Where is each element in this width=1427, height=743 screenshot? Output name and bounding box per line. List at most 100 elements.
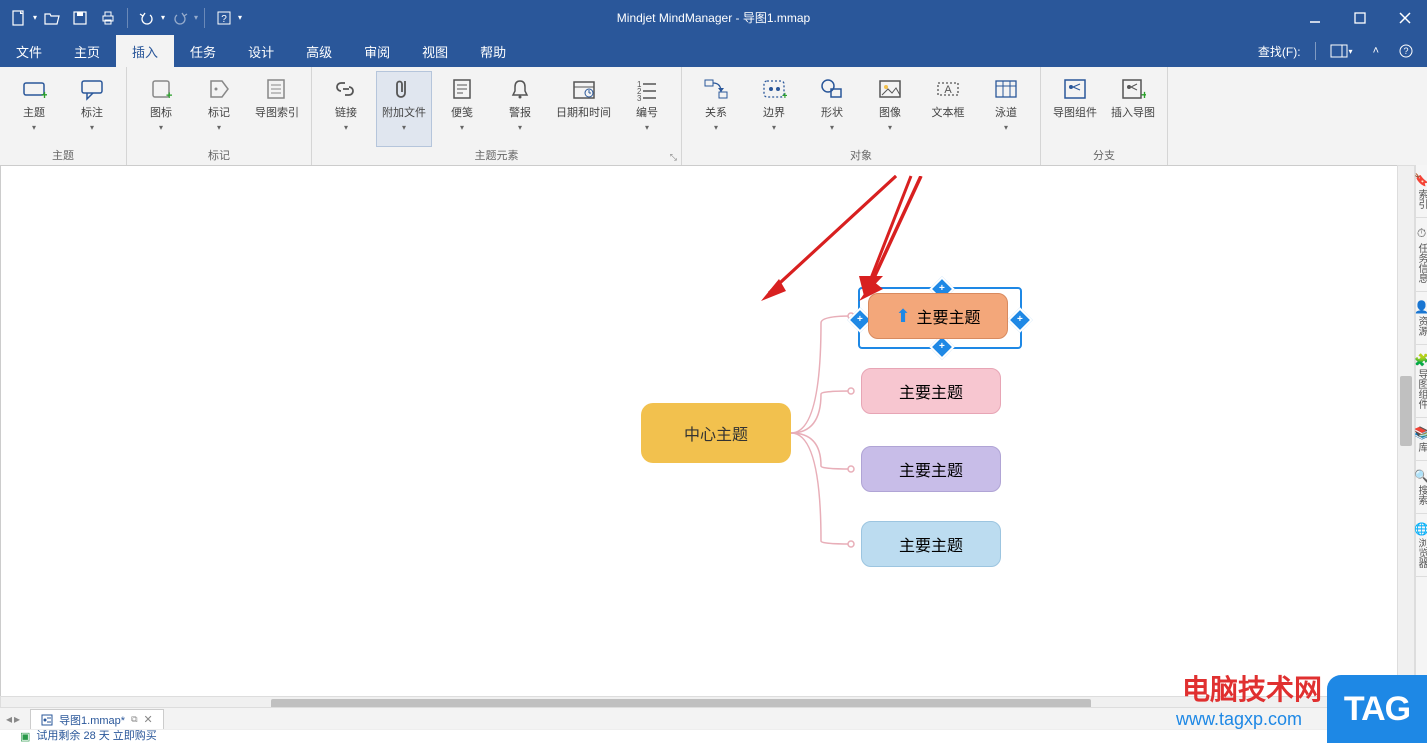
side-tab-2[interactable]: 👤资源 [1416, 292, 1427, 345]
image-button[interactable]: 图像▾ [862, 71, 918, 147]
find-label[interactable]: 查找(F): [1252, 35, 1307, 67]
doc-tab-icon [41, 714, 53, 726]
tab-home[interactable]: 主页 [58, 35, 116, 67]
side-tab-5[interactable]: 🔍搜索 [1416, 461, 1427, 514]
dialog-launcher-icon[interactable]: ⤡ [670, 152, 677, 163]
subtopic-node-3[interactable]: 主要主题 [861, 446, 1001, 492]
ribbon-button-label: 便笺▾ [451, 107, 473, 134]
tab-advanced[interactable]: 高级 [290, 35, 348, 67]
relation-button[interactable]: 关系▾ [688, 71, 744, 147]
chevron-down-icon: ▾ [161, 13, 165, 22]
topic-button[interactable]: +主题▾ [6, 71, 62, 147]
canvas[interactable]: 中心主题 ⬆ 主要主题 主要主题 主要主题 主要主题 [0, 165, 1399, 698]
tab-next-button[interactable]: ▸ [14, 712, 20, 726]
tab-design[interactable]: 设计 [232, 35, 290, 67]
tab-file[interactable]: 文件 [0, 35, 58, 67]
notes-button[interactable]: 便笺▾ [434, 71, 490, 147]
ribbon-group-0: +主题▾标注▾主题 [0, 67, 127, 165]
side-tab-3[interactable]: 🧩导图组件 [1416, 345, 1427, 418]
tab-review[interactable]: 审阅 [348, 35, 406, 67]
subtopic-label: 主要主题 [899, 379, 963, 403]
insertmap-icon: + [1119, 75, 1147, 103]
central-topic-node[interactable]: 中心主题 [641, 403, 791, 463]
ribbon-button-label: 附加文件▾ [382, 107, 426, 134]
redo-icon [167, 5, 193, 31]
status-text[interactable]: 试用剩余 28 天 立即购买 [36, 729, 156, 743]
numbering-button[interactable]: 123编号▾ [619, 71, 675, 147]
swimlane-button[interactable]: 泳道▾ [978, 71, 1034, 147]
new-icon [6, 5, 32, 31]
document-tab[interactable]: 导图1.mmap* ⧉ ✕ [30, 709, 164, 730]
side-tab-4[interactable]: 📚库 [1416, 418, 1427, 461]
help-button[interactable]: ? ▾ [211, 5, 242, 31]
chevron-down-icon: ▾ [772, 121, 776, 134]
attachment-button[interactable]: 附加文件▾ [376, 71, 432, 147]
chevron-down-icon: ▾ [645, 121, 649, 134]
save-button[interactable] [67, 5, 93, 31]
textbox-button[interactable]: A文本框 [920, 71, 976, 147]
callout-icon [78, 75, 106, 103]
help-corner-button[interactable]: ? [1393, 35, 1419, 67]
undo-button[interactable]: ▾ [134, 5, 165, 31]
attachment-icon [390, 75, 418, 103]
tab-insert[interactable]: 插入 [116, 35, 174, 67]
ribbon-button-label: 标记▾ [208, 107, 230, 134]
maximize-button[interactable] [1337, 0, 1382, 35]
tag-icon [205, 75, 233, 103]
scrollbar-thumb[interactable] [1400, 376, 1412, 446]
tab-view[interactable]: 视图 [406, 35, 464, 67]
close-button[interactable] [1382, 0, 1427, 35]
svg-text:3: 3 [637, 94, 642, 101]
subtopic-label: 主要主题 [899, 532, 963, 556]
tab-help[interactable]: 帮助 [464, 35, 522, 67]
subtopic-label: 主要主题 [899, 457, 963, 481]
vertical-scrollbar[interactable] [1397, 165, 1415, 698]
side-tab-icon: 🧩 [1414, 353, 1427, 367]
ribbon-group-2: 链接▾附加文件▾便笺▾警报▾日期和时间123编号▾主题元素⤡ [312, 67, 682, 165]
index-button[interactable]: 导图索引 [249, 71, 305, 147]
side-panel-tabs: 🔖索引⏱任务信息👤资源🧩导图组件📚库🔍搜索🌐浏览器 [1415, 165, 1427, 698]
ribbon-button-label: 链接▾ [335, 107, 357, 134]
shape-button[interactable]: 形状▾ [804, 71, 860, 147]
side-tab-label: 任务信息 [1414, 243, 1427, 283]
subtopic-node-2[interactable]: 主要主题 [861, 368, 1001, 414]
taskpane-toggle[interactable]: ▾ [1324, 35, 1359, 67]
open-button[interactable] [39, 5, 65, 31]
tag-button[interactable]: 标记▾ [191, 71, 247, 147]
svg-text:A: A [944, 84, 952, 96]
side-tab-1[interactable]: ⏱任务信息 [1416, 218, 1427, 292]
ribbon-collapse-button[interactable]: ˄ [1367, 35, 1385, 67]
callout-button[interactable]: 标注▾ [64, 71, 120, 147]
ribbon-button-label: 编号▾ [636, 107, 658, 134]
side-tab-label: 资源 [1414, 316, 1427, 336]
insertmap-button[interactable]: +插入导图 [1105, 71, 1161, 147]
boundary-button[interactable]: +边界▾ [746, 71, 802, 147]
undo-icon [134, 5, 160, 31]
marker-icon: + [147, 75, 175, 103]
print-button[interactable] [95, 5, 121, 31]
chevron-down-icon: ▾ [460, 121, 464, 134]
ribbon-group-label: 标记 [127, 147, 311, 165]
ribbon-button-label: 日期和时间 [556, 107, 611, 120]
subtopic-node-4[interactable]: 主要主题 [861, 521, 1001, 567]
redo-button[interactable]: ▾ [167, 5, 198, 31]
chevron-down-icon: ▾ [714, 121, 718, 134]
svg-text:+: + [1141, 88, 1146, 101]
ribbon-right-controls: 查找(F): ▾ ˄ ? [1252, 35, 1427, 67]
link-button[interactable]: 链接▾ [318, 71, 374, 147]
ribbon-button-label: 导图索引 [255, 107, 299, 120]
tab-task[interactable]: 任务 [174, 35, 232, 67]
alert-button[interactable]: 警报▾ [492, 71, 548, 147]
doc-tab-popout-icon[interactable]: ⧉ [131, 714, 137, 725]
doc-tab-close-button[interactable]: ✕ [144, 713, 153, 726]
marker-button[interactable]: +图标▾ [133, 71, 189, 147]
relation-icon [702, 75, 730, 103]
side-tab-6[interactable]: 🌐浏览器 [1416, 514, 1427, 577]
minimize-button[interactable] [1292, 0, 1337, 35]
side-tab-0[interactable]: 🔖索引 [1416, 165, 1427, 218]
mapparts-button[interactable]: 导图组件 [1047, 71, 1103, 147]
datetime-button[interactable]: 日期和时间 [550, 71, 617, 147]
tab-prev-button[interactable]: ◂ [6, 712, 12, 726]
new-doc-button[interactable]: ▾ [6, 5, 37, 31]
boundary-icon: + [760, 75, 788, 103]
